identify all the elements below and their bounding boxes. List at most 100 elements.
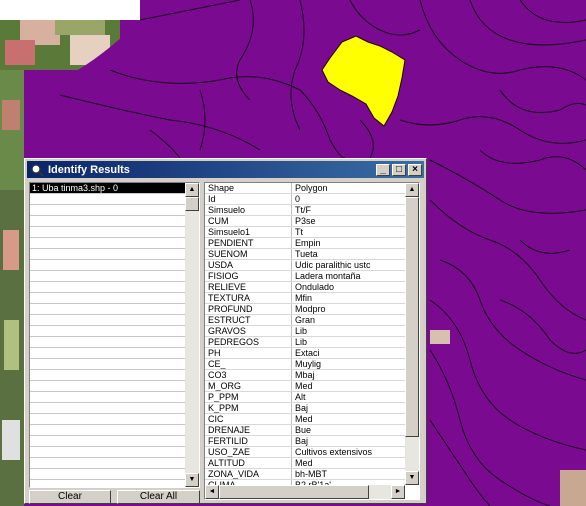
attribute-value: Gran — [295, 315, 316, 325]
attribute-field: ALTITUD — [205, 458, 292, 468]
attribute-row[interactable]: FERTILID Baj — [205, 436, 405, 447]
attribute-row[interactable]: FISIOG Ladera montaña — [205, 271, 405, 282]
results-list[interactable]: 1: Uba tinma3.shp - 0 — [30, 183, 185, 487]
attribute-value: 0 — [295, 194, 301, 204]
attribute-field: PEDREGOS — [205, 337, 292, 347]
maximize-button[interactable]: □ — [392, 163, 406, 176]
attribute-row[interactable]: P_PPM Alt — [205, 392, 405, 403]
attribute-field: P_PPM — [205, 392, 292, 402]
attributes-vertical-scrollbar[interactable]: ▲ ▼ — [405, 183, 419, 485]
attribute-row[interactable]: TEXTURA Mfin — [205, 293, 405, 304]
result-list-empty-row — [30, 480, 185, 487]
attribute-row[interactable]: ALTITUD Med — [205, 458, 405, 469]
attribute-row[interactable]: CO3 Mbaj — [205, 370, 405, 381]
attribute-field: SUENOM — [205, 249, 292, 259]
scroll-up-button[interactable]: ▲ — [185, 183, 199, 197]
attribute-value: Mfin — [295, 293, 313, 303]
attribute-value: Lib — [295, 326, 308, 336]
attribute-field: Shape — [205, 183, 292, 193]
attribute-row[interactable]: Id 0 — [205, 194, 405, 205]
attribute-row[interactable]: GRAVOS Lib — [205, 326, 405, 337]
attribute-value: Empin — [295, 238, 321, 248]
clear-all-button[interactable]: Clear All — [117, 490, 200, 504]
attribute-value: Baj — [295, 436, 309, 446]
attribute-field: GRAVOS — [205, 326, 292, 336]
attribute-row[interactable]: PEDREGOS Lib — [205, 337, 405, 348]
attribute-field: Id — [205, 194, 292, 204]
attribute-value: Ondulado — [295, 282, 335, 292]
horizontal-scroll-thumb[interactable] — [219, 485, 369, 499]
attribute-row[interactable]: PH Extaci — [205, 348, 405, 359]
close-button[interactable]: × — [408, 163, 422, 176]
attribute-field: K_PPM — [205, 403, 292, 413]
results-list-scrollbar[interactable]: ▲ ▼ — [185, 183, 199, 487]
attribute-row[interactable]: Simsuelo Tt/F — [205, 205, 405, 216]
result-list-empty-row — [30, 414, 185, 425]
attribute-value: Med — [295, 381, 313, 391]
result-list-empty-row — [30, 260, 185, 271]
attribute-value: Baj — [295, 403, 309, 413]
attribute-row[interactable]: K_PPM Baj — [205, 403, 405, 414]
attribute-value: Tueta — [295, 249, 318, 259]
result-list-empty-row — [30, 381, 185, 392]
attributes-scroll-up-button[interactable]: ▲ — [405, 183, 419, 197]
attribute-row[interactable]: ESTRUCT Gran — [205, 315, 405, 326]
result-list-empty-row — [30, 194, 185, 205]
result-list-empty-row — [30, 238, 185, 249]
result-list-empty-row — [30, 458, 185, 469]
result-list-empty-row — [30, 282, 185, 293]
attribute-row[interactable]: ZONA_VIDA bh-MBT — [205, 469, 405, 480]
minimize-button[interactable]: _ — [376, 163, 390, 176]
result-list-empty-row — [30, 249, 185, 260]
attribute-value: Alt — [295, 392, 306, 402]
scroll-down-button[interactable]: ▼ — [185, 473, 199, 487]
attribute-row[interactable]: RELIEVE Ondulado — [205, 282, 405, 293]
attribute-row[interactable]: USO_ZAE Cultivos extensivos — [205, 447, 405, 458]
attribute-row[interactable]: CIC Med — [205, 414, 405, 425]
results-list-pane: 1: Uba tinma3.shp - 0 ▲ ▼ — [29, 182, 200, 488]
attribute-field: PH — [205, 348, 292, 358]
result-list-empty-row — [30, 205, 185, 216]
attribute-value: Bue — [295, 425, 312, 435]
attributes-scroll-thumb[interactable] — [405, 197, 419, 437]
clear-button[interactable]: Clear — [29, 490, 111, 504]
attribute-value: Modpro — [295, 304, 326, 314]
result-list-empty-row — [30, 227, 185, 238]
attribute-row[interactable]: Shape Polygon — [205, 183, 405, 194]
attribute-value: Extaci — [295, 348, 320, 358]
result-list-empty-row — [30, 469, 185, 480]
attribute-value: Med — [295, 414, 313, 424]
scroll-right-button[interactable]: ► — [391, 485, 405, 499]
attribute-value: bh-MBT — [295, 469, 328, 479]
attribute-row[interactable]: Simsuelo1 Tt — [205, 227, 405, 238]
attribute-value: Muylig — [295, 359, 322, 369]
attribute-field: ZONA_VIDA — [205, 469, 292, 479]
attribute-field: Simsuelo1 — [205, 227, 292, 237]
attribute-field: FISIOG — [205, 271, 292, 281]
attribute-field: CIC — [205, 414, 292, 424]
attribute-row[interactable]: USDA Udic paralithic ustc — [205, 260, 405, 271]
result-list-empty-row — [30, 403, 185, 414]
scroll-left-button[interactable]: ◄ — [205, 485, 219, 499]
scroll-thumb[interactable] — [185, 197, 199, 211]
attribute-row[interactable]: PENDIENT Empin — [205, 238, 405, 249]
attribute-row[interactable]: DRENAJE Bue — [205, 425, 405, 436]
result-list-empty-row — [30, 326, 185, 337]
attribute-row[interactable]: CUM P3se — [205, 216, 405, 227]
attributes-scroll-down-button[interactable]: ▼ — [405, 471, 419, 485]
title-bar[interactable]: Identify Results _ □ × — [27, 161, 424, 178]
attribute-row[interactable]: CE_ Muylig — [205, 359, 405, 370]
attribute-row[interactable]: M_ORG Med — [205, 381, 405, 392]
attributes-horizontal-scrollbar[interactable]: ◄ ► — [205, 485, 405, 499]
attribute-row[interactable]: SUENOM Tueta — [205, 249, 405, 260]
result-list-empty-row — [30, 447, 185, 458]
attribute-row[interactable]: PROFUND Modpro — [205, 304, 405, 315]
result-list-empty-row — [30, 436, 185, 447]
attribute-value: Tt/F — [295, 205, 311, 215]
attributes-table[interactable]: Shape Polygon Id 0 Simsuelo Tt/F CUM P3se Simsue… — [205, 183, 405, 485]
identify-icon — [31, 163, 44, 177]
result-list-item[interactable]: 1: Uba tinma3.shp - 0 — [30, 183, 185, 194]
result-list-empty-row — [30, 304, 185, 315]
result-list-empty-row — [30, 315, 185, 326]
attribute-field: PENDIENT — [205, 238, 292, 248]
